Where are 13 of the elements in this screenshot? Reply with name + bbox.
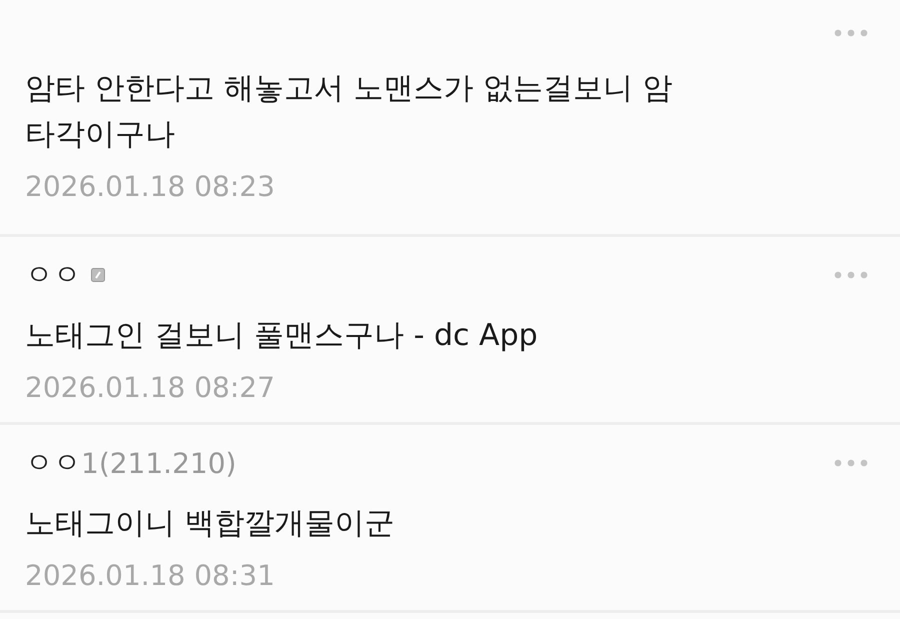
comment-date: 2026.01.18 08:27 — [25, 371, 276, 404]
comment-date: 2026.01.18 08:31 — [25, 559, 276, 592]
comment-text: 암타 안한다고 해놓고서 노맨스가 없는걸보니 암타각이구나 — [25, 70, 674, 154]
ip-address: 1(211.210) — [81, 446, 236, 480]
comment-date: 2026.01.18 08:23 — [25, 170, 276, 203]
more-icon[interactable] — [834, 29, 868, 37]
comment-text: 노태그이니 백합깔개물이군 — [25, 505, 396, 543]
user-name: ㅇㅇ — [25, 445, 81, 481]
user-name: ㅇㅇ — [25, 257, 81, 293]
comment-text: 노태그인 걸보니 풀맨스구나 - dc App — [25, 317, 539, 355]
more-icon[interactable] — [834, 459, 868, 467]
nickname-icon — [91, 268, 105, 282]
more-icon[interactable] — [834, 271, 868, 279]
